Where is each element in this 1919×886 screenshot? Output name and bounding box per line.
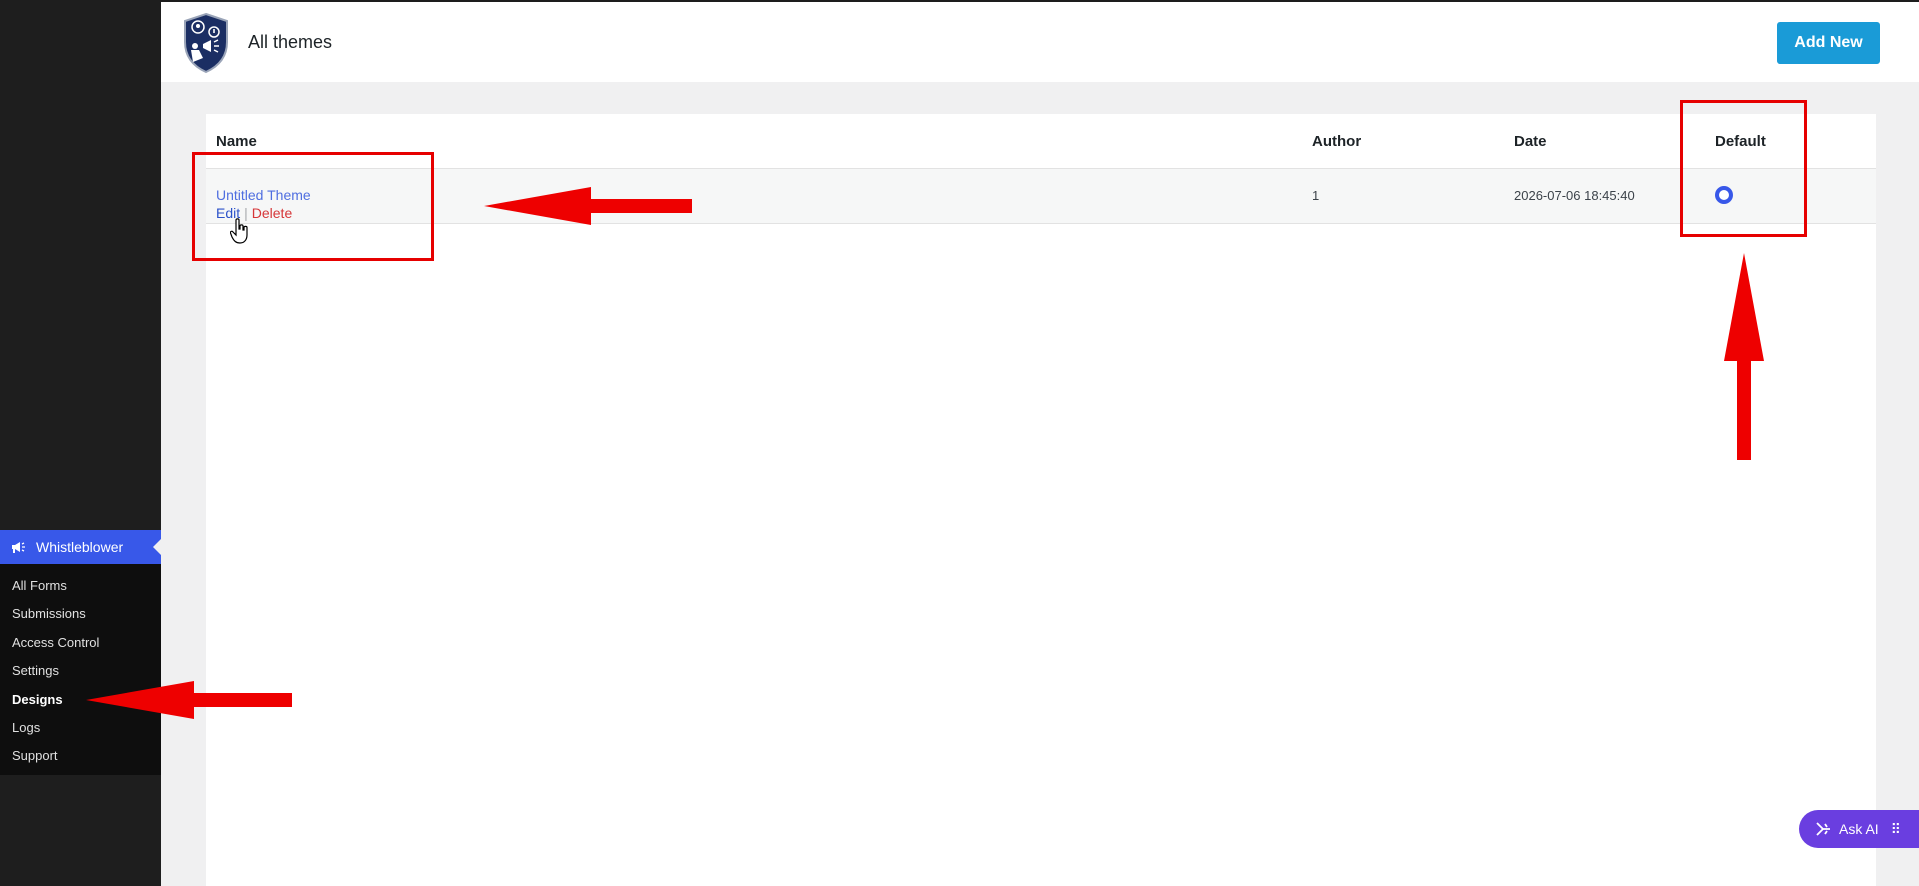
- annotation-box-default-column: [1680, 100, 1807, 237]
- page-title: All themes: [248, 32, 333, 52]
- column-header-name[interactable]: Name: [216, 133, 257, 150]
- annotation-arrow-left-theme: [484, 187, 692, 225]
- submenu-submissions[interactable]: Submissions: [0, 600, 161, 628]
- author-cell: 1: [1312, 188, 1320, 203]
- date-cell: 2026-07-06 18:45:40: [1514, 188, 1635, 203]
- sparkle-icon: [1816, 822, 1830, 836]
- submenu-support[interactable]: Support: [0, 742, 161, 770]
- table-header: Name Author Date Default: [206, 114, 1876, 169]
- admin-sidebar: Whistleblower All Forms Submissions Acce…: [0, 0, 161, 886]
- submenu-all-forms[interactable]: All Forms: [0, 572, 161, 600]
- themes-table: Name Author Date Default Untitled Theme …: [206, 114, 1876, 886]
- ask-ai-label: Ask AI: [1839, 821, 1879, 837]
- whistleblower-menu: Whistleblower All Forms Submissions Acce…: [0, 530, 161, 775]
- column-header-date[interactable]: Date: [1514, 133, 1547, 150]
- current-menu-indicator: [153, 539, 161, 555]
- page-header: All themes Add New: [161, 2, 1919, 82]
- annotation-box-theme-row: [192, 152, 434, 261]
- ask-ai-button[interactable]: Ask AI ⠿: [1799, 810, 1919, 848]
- drag-handle-icon[interactable]: ⠿: [1891, 821, 1901, 838]
- megaphone-icon: [12, 542, 25, 553]
- annotation-arrow-left-designs: [86, 681, 292, 719]
- whistleblower-shield-logo: [184, 12, 228, 74]
- add-new-button[interactable]: Add New: [1777, 22, 1880, 64]
- table-row: Untitled Theme Edit | Delete 1 2026-07-06 …: [206, 169, 1876, 224]
- submenu-access-control[interactable]: Access Control: [0, 629, 161, 657]
- column-header-author[interactable]: Author: [1312, 133, 1361, 150]
- whistleblower-menu-label: Whistleblower: [36, 539, 124, 555]
- whistleblower-menu-header[interactable]: Whistleblower: [0, 530, 161, 564]
- annotation-arrow-up-default: [1724, 253, 1764, 460]
- whistleblower-submenu: All Forms Submissions Access Control Set…: [0, 572, 161, 771]
